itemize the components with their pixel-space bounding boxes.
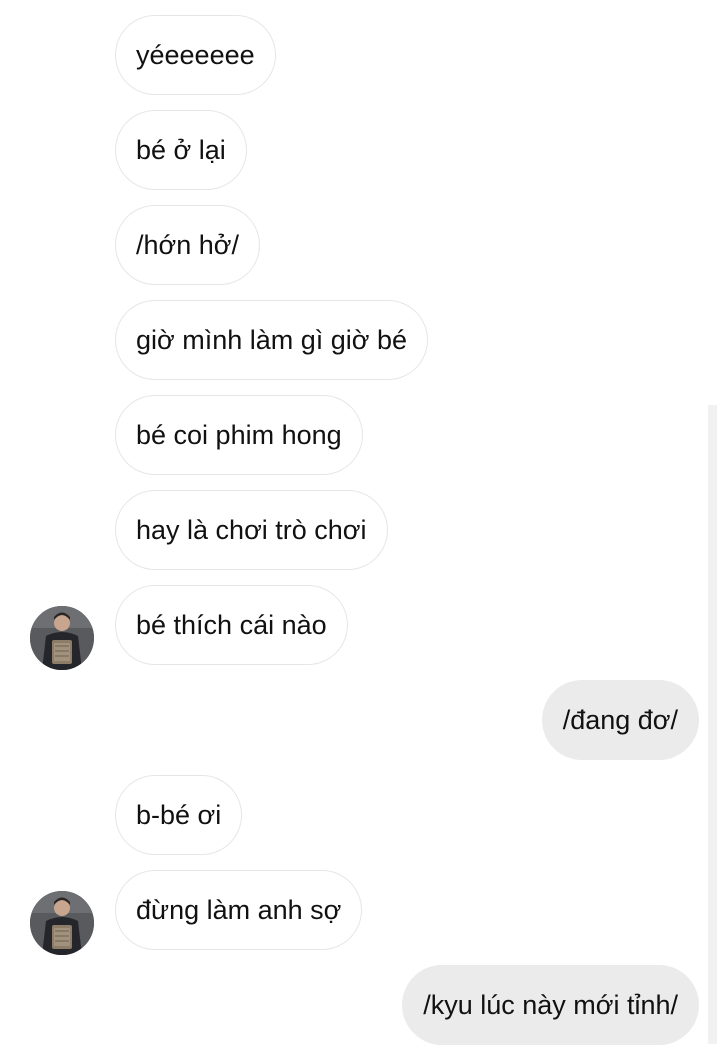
message-bubble-received[interactable]: bé thích cái nào [115,585,348,665]
user-avatar-photo-icon [30,891,94,955]
message-text: bé coi phim hong [136,419,342,450]
message-text: bé thích cái nào [136,609,327,640]
message-bubble-received[interactable]: b-bé ơi [115,775,243,855]
message-text: /đang đơ/ [562,704,678,735]
message-bubble-received[interactable]: bé coi phim hong [115,395,363,475]
message-bubble-received[interactable]: /hớn hở/ [115,205,260,285]
message-bubble-received[interactable]: đừng làm anh sợ [115,870,363,950]
message-text: /kyu lúc này mới tỉnh/ [423,989,678,1020]
message-text: yéeeeeee [136,39,255,70]
message-bubble-received[interactable]: yéeeeeee [115,15,276,95]
message-bubble-received[interactable]: giờ mình làm gì giờ bé [115,300,429,380]
message-thread: yéeeeeee bé ở lại /hớn hở/ giờ mình làm … [0,0,720,1045]
user-avatar-photo-icon [30,606,94,670]
avatar[interactable] [30,891,94,955]
message-bubble-sent[interactable]: /đang đơ/ [541,680,699,760]
message-text: đừng làm anh sợ [136,894,342,925]
message-bubble-received[interactable]: bé ở lại [115,110,247,190]
message-bubble-received[interactable]: hay là chơi trò chơi [115,490,388,570]
message-bubble-sent[interactable]: /kyu lúc này mới tỉnh/ [402,965,699,1045]
message-text: hay là chơi trò chơi [136,514,367,545]
avatar[interactable] [30,606,94,670]
message-text: /hớn hở/ [136,229,239,260]
message-text: bé ở lại [136,134,226,165]
message-text: b-bé ơi [136,799,222,830]
scrollbar[interactable] [708,405,717,1044]
message-text: giờ mình làm gì giờ bé [136,324,408,355]
